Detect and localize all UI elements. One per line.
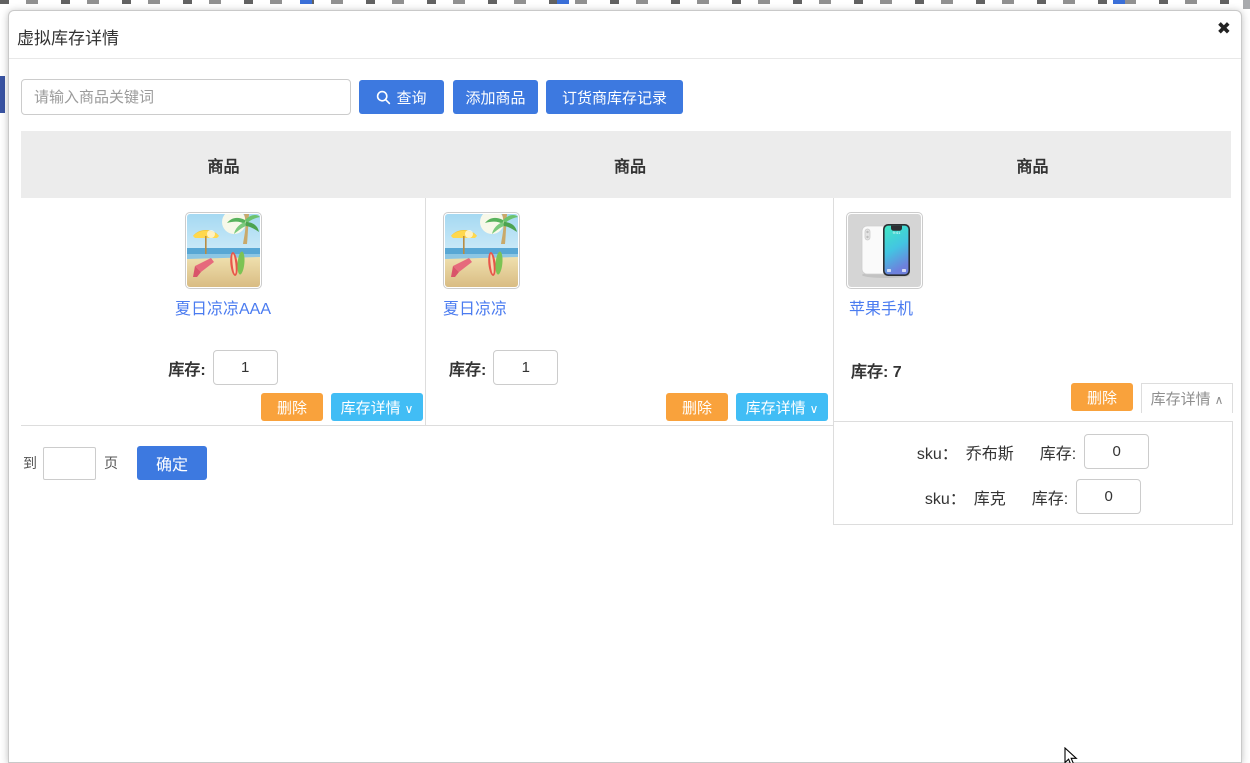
supplier-stock-record-button[interactable]: 订货商库存记录 [546,80,683,114]
chevron-down-icon: ∨ [810,402,819,416]
stock-label: 库存: [851,364,888,381]
stock-input[interactable] [213,350,278,385]
svg-text:9:41: 9:41 [893,230,902,235]
close-icon[interactable]: ✖ [1217,19,1231,39]
search-input[interactable] [21,79,351,115]
stock-detail-button[interactable]: 库存详情 ∨ [736,393,828,421]
product-name-link[interactable]: 夏日凉凉 [443,295,507,319]
sku-name: 乔布斯 [966,440,1014,464]
sku-label: sku： [917,440,958,464]
column-header-product-3: 商品 [834,131,1231,198]
sku-name: 库克 [974,485,1006,509]
stock-label: 库存: [168,356,205,380]
sku-stock-label: 库存: [1040,440,1076,464]
modal-title: 虚拟库存详情 [17,24,119,49]
sku-detail-panel: sku： 乔布斯 库存: sku： 库克 库存: [833,421,1233,525]
stock-label: 库存: [449,356,486,380]
product-name-link[interactable]: 夏日凉凉AAA [21,295,425,319]
background-nav-fragment [557,0,569,4]
product-image-beach[interactable] [185,212,262,289]
sku-row: sku： 乔布斯 库存: [917,434,1149,469]
product-image-beach[interactable] [443,212,520,289]
product-image-iphone[interactable]: 9:41 [846,212,923,289]
stock-row: 库存: [21,350,425,385]
table-header: 商品 商品 商品 [21,131,1231,198]
stock-input[interactable] [493,350,558,385]
background-page-nav-edge [0,0,1250,6]
stock-detail-button-expanded[interactable]: 库存详情 ∧ [1141,383,1233,413]
delete-button-label: 删除 [682,400,712,417]
query-button-label: 查询 [396,87,426,108]
page-number-input[interactable] [43,447,96,480]
delete-button-label: 删除 [1087,390,1117,407]
header-divider [9,58,1241,59]
add-product-button-label: 添加商品 [465,87,525,108]
stock-detail-label: 库存详情 [746,400,806,417]
toolbar: 查询 添加商品 订货商库存记录 [9,79,1241,115]
background-nav-fragment [300,0,312,4]
table-row: 夏日凉凉AAA 库存: 删除 库存详情 ∨ [21,198,1231,426]
delete-button[interactable]: 删除 [666,393,728,421]
stock-value: 7 [893,364,902,381]
confirm-button-label: 确定 [156,457,188,474]
pagination-to-label: 到 [23,453,37,473]
virtual-inventory-modal: 虚拟库存详情 ✖ 查询 添加商品 订货商库存记录 商品 商品 商品 [8,10,1242,763]
delete-button-label: 删除 [277,400,307,417]
sku-row: sku： 库克 库存: [925,479,1141,514]
sku-stock-input[interactable] [1076,479,1141,514]
supplier-stock-record-label: 订货商库存记录 [562,87,667,108]
sku-stock-input[interactable] [1084,434,1149,469]
pagination-page-label: 页 [104,453,118,473]
chevron-up-icon: ∧ [1215,393,1224,407]
product-cell-3: 9:41 苹果手机 库存: 7 删除 库存详情∧ sku： 乔布斯 库 [834,198,1231,426]
stock-text: 库存: 7 [851,358,902,382]
product-cell-1: 夏日凉凉AAA 库存: 删除 库存详情 ∨ [21,198,426,426]
stock-detail-label: 库存详情 [1151,391,1211,408]
stock-detail-label: 库存详情 [341,400,401,417]
search-icon [376,90,391,105]
stock-row: 库存: [449,350,558,385]
column-header-product-2: 商品 [426,131,834,198]
pagination: 到 页 确定 [23,446,207,480]
product-cell-2: 夏日凉凉 库存: 删除 库存详情 ∨ [426,198,834,426]
chevron-down-icon: ∨ [405,402,414,416]
action-buttons: 删除 库存详情 ∨ [261,393,423,421]
action-buttons: 删除 库存详情 ∨ [666,393,828,421]
background-nav-fragment [1113,0,1125,4]
confirm-button[interactable]: 确定 [137,446,207,480]
query-button[interactable]: 查询 [359,80,444,114]
delete-button[interactable]: 删除 [261,393,323,421]
stock-detail-button[interactable]: 库存详情 ∨ [331,393,423,421]
delete-button[interactable]: 删除 [1071,383,1133,411]
column-header-product-1: 商品 [21,131,426,198]
background-sidebar-fragment [0,76,5,113]
sku-label: sku： [925,485,966,509]
product-name-link[interactable]: 苹果手机 [849,295,913,319]
add-product-button[interactable]: 添加商品 [453,80,538,114]
sku-stock-label: 库存: [1032,485,1068,509]
background-scrollbar-sliver [1243,0,1250,9]
